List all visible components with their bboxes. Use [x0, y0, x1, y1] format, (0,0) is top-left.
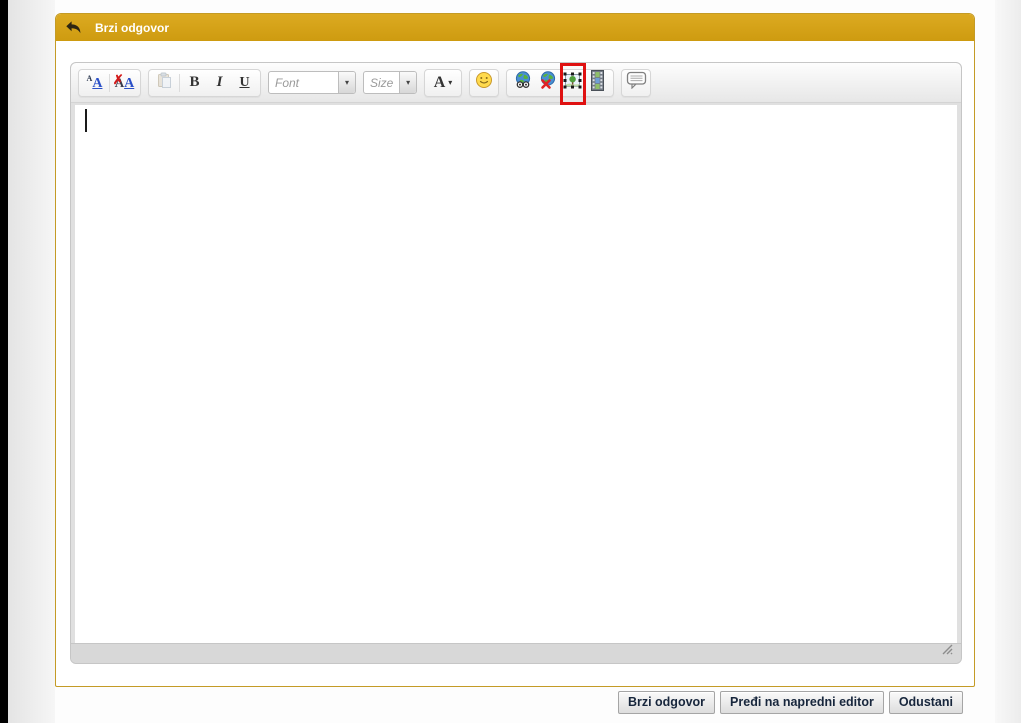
page-left-black-strip [0, 0, 8, 723]
quick-reply-screen: Brzi odgovor AA AA✗ [0, 0, 1021, 723]
chevron-down-icon: ▾ [406, 79, 410, 87]
remove-format-button[interactable]: AA✗ [112, 71, 137, 95]
insert-media-film-icon [591, 70, 604, 96]
footer-button-row: Brzi odgovor Pređi na napredni editor Od… [618, 691, 963, 714]
font-select-dropdown-button[interactable]: ▾ [338, 72, 355, 93]
quote-bubble-icon [626, 71, 647, 94]
chevron-down-icon: ▾ [448, 78, 452, 87]
italic-button[interactable]: I [207, 71, 232, 95]
page-left-gray-strip [8, 0, 55, 723]
insert-media-button[interactable] [585, 71, 610, 95]
underline-button[interactable]: U [232, 71, 257, 95]
page-right-gray-strip [995, 0, 1021, 723]
remove-link-button[interactable] [535, 71, 560, 95]
mode-group: AA AA✗ [78, 69, 141, 97]
bold-icon: B [189, 74, 199, 91]
editor-content-wrap [71, 103, 961, 643]
toolbar-separator [109, 74, 110, 92]
insert-image-button[interactable] [560, 71, 585, 95]
reply-arrow-icon[interactable] [65, 20, 82, 35]
font-select[interactable]: Font ▾ [268, 71, 356, 94]
basic-format-group: B I U [148, 69, 261, 97]
editor-text-area[interactable] [75, 105, 957, 643]
underline-icon: U [239, 75, 249, 91]
panel-header: Brzi odgovor [56, 14, 974, 41]
cancel-button[interactable]: Odustani [889, 691, 963, 714]
paste-button[interactable] [152, 71, 177, 95]
resize-grip-icon[interactable] [940, 642, 954, 660]
insert-link-button[interactable] [510, 71, 535, 95]
media-group [506, 69, 614, 97]
text-cursor [85, 109, 87, 132]
size-select[interactable]: Size ▾ [363, 71, 417, 94]
editor-bottom-bar [71, 643, 961, 663]
emoticon-button[interactable] [469, 69, 499, 97]
size-select-dropdown-button[interactable]: ▾ [399, 72, 416, 93]
switch-to-full-editor-button[interactable]: Pređi na napredni editor [720, 691, 884, 714]
size-select-value: Size [364, 76, 399, 90]
panel-title: Brzi odgovor [95, 21, 169, 35]
editor-mode-icon: AA [87, 75, 103, 91]
editor-mode-button[interactable]: AA [82, 71, 107, 95]
remove-link-globe-icon [538, 70, 558, 95]
italic-icon: I [217, 74, 223, 91]
insert-image-icon [563, 72, 582, 94]
toolbar-separator [179, 74, 180, 92]
emoticon-icon [475, 71, 493, 94]
font-select-value: Font [269, 76, 338, 90]
rich-text-editor: AA AA✗ B [70, 62, 962, 664]
bold-button[interactable]: B [182, 71, 207, 95]
chevron-down-icon: ▾ [345, 79, 349, 87]
insert-link-globe-icon [513, 70, 533, 95]
quote-button[interactable] [621, 69, 651, 97]
editor-toolbar: AA AA✗ B [71, 63, 961, 103]
text-style-icon: A [434, 74, 446, 92]
quick-reply-submit-button[interactable]: Brzi odgovor [618, 691, 715, 714]
text-style-button[interactable]: A ▾ [424, 69, 462, 97]
remove-format-icon: AA✗ [115, 75, 135, 91]
paste-icon [156, 72, 173, 94]
